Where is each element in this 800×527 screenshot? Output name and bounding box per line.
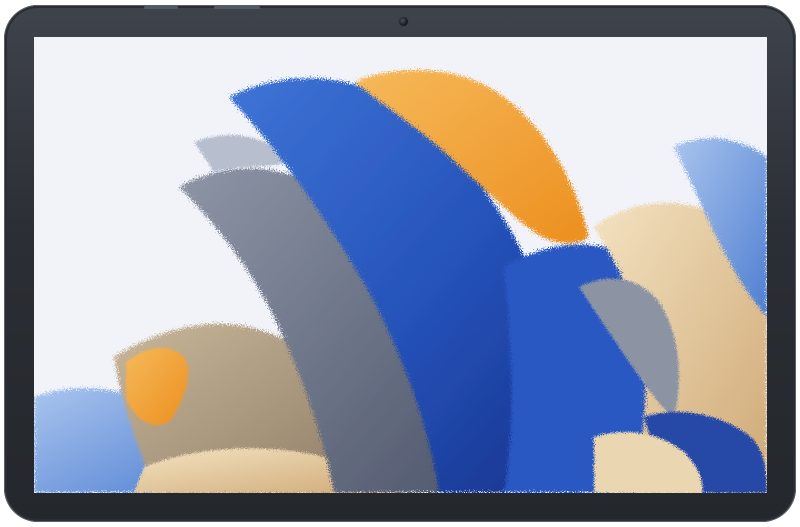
tablet-screen [34, 37, 767, 493]
volume-button [144, 6, 178, 9]
power-button [214, 6, 260, 9]
front-camera-icon [399, 17, 408, 26]
wallpaper-artwork [34, 37, 767, 493]
product-photo [0, 0, 800, 527]
